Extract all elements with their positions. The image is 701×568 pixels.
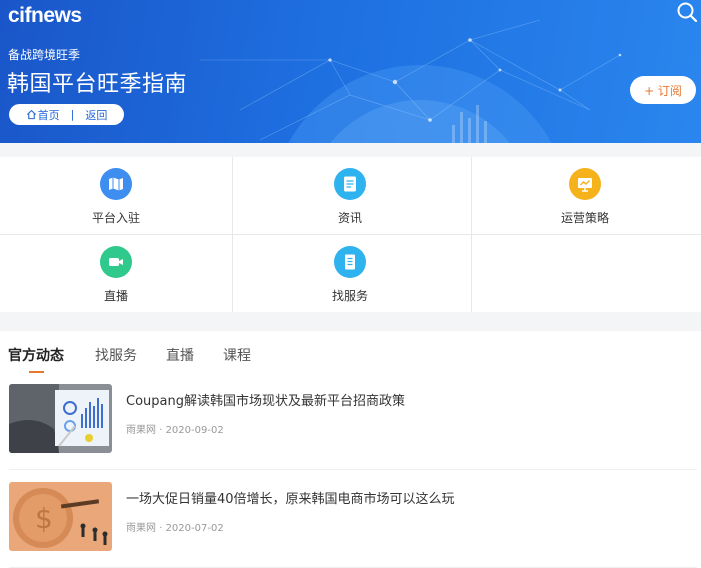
grid-divider: [0, 234, 701, 235]
category-grid: 平台入驻 资讯 运营策略 直播 找服务: [0, 157, 701, 312]
home-link-label: 首页: [37, 108, 60, 122]
feed-tabs: 官方动态 找服务 直播 课程: [0, 331, 701, 375]
back-link[interactable]: 返回: [85, 107, 107, 123]
grid-item-label: 资讯: [337, 211, 362, 225]
chart-board-icon: [569, 168, 601, 200]
search-icon[interactable]: [676, 1, 698, 23]
grid-item-platform-entry[interactable]: 平台入驻: [0, 157, 232, 234]
page-header-banner: cifnews 备战跨境旺季 韩国平台旺季指南 首页 | 返回 + 订阅: [0, 0, 701, 143]
article-divider: [9, 469, 697, 470]
article-source: 雨果网: [126, 425, 156, 436]
article-item[interactable]: Coupang解读韩国市场现状及最新平台招商政策 雨果网 · 2020-09-0…: [9, 384, 697, 470]
service-list-icon: [334, 246, 366, 278]
meta-separator: ·: [159, 523, 163, 534]
grid-item-label: 运营策略: [560, 211, 609, 225]
page-subtitle: 备战跨境旺季: [8, 48, 81, 62]
tab-courses[interactable]: 课程: [223, 345, 251, 365]
article-item[interactable]: $ 一场大促日销量40倍增长，原来韩国电商市场可以这么玩 雨果网 · 2020-…: [9, 482, 697, 568]
breadcrumb: 首页 | 返回: [9, 104, 124, 125]
grid-item-news[interactable]: 资讯: [234, 157, 466, 234]
grid-item-operation-strategy[interactable]: 运营策略: [469, 157, 701, 234]
article-thumbnail: [9, 384, 112, 453]
meta-separator: ·: [159, 425, 163, 436]
home-link[interactable]: 首页: [26, 107, 60, 123]
subscribe-button[interactable]: + 订阅: [630, 76, 696, 104]
grid-item-find-service[interactable]: 找服务: [234, 235, 466, 312]
article-meta: 雨果网 · 2020-07-02: [126, 519, 224, 534]
cifnews-logo[interactable]: cifnews: [8, 4, 82, 28]
tab-find-service[interactable]: 找服务: [95, 345, 137, 365]
video-camera-icon: [100, 246, 132, 278]
article-title: Coupang解读韩国市场现状及最新平台招商政策: [126, 394, 405, 409]
article-date: 2020-07-02: [165, 523, 224, 534]
article-thumbnail: $: [9, 482, 112, 551]
grid-item-label: 直播: [103, 289, 128, 303]
grid-item-label: 平台入驻: [91, 211, 140, 225]
grid-item-label: 找服务: [331, 289, 368, 303]
tab-official-updates[interactable]: 官方动态: [8, 345, 64, 365]
feed-section: 官方动态 找服务 直播 课程 Coupang解读韩国市场现状及最新平台招商政策 …: [0, 331, 701, 568]
article-date: 2020-09-02: [165, 425, 224, 436]
article-meta: 雨果网 · 2020-09-02: [126, 421, 224, 436]
map-icon: [100, 168, 132, 200]
grid-item-live[interactable]: 直播: [0, 235, 232, 312]
home-icon: [26, 109, 36, 120]
document-icon: [334, 168, 366, 200]
article-title: 一场大促日销量40倍增长，原来韩国电商市场可以这么玩: [126, 492, 455, 507]
article-source: 雨果网: [126, 523, 156, 534]
page-title: 韩国平台旺季指南: [7, 72, 188, 97]
tab-live[interactable]: 直播: [166, 345, 194, 365]
active-tab-indicator: [29, 371, 44, 373]
svg-text:$: $: [35, 502, 53, 535]
breadcrumb-separator: |: [70, 108, 75, 121]
